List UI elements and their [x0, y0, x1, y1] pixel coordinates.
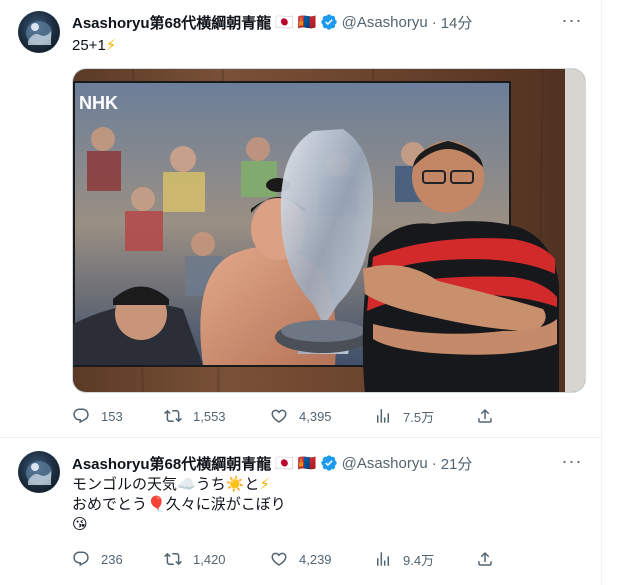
views-button[interactable]: 9.4万 [374, 550, 434, 569]
lightning-emoji-icon: ⚡ [105, 37, 117, 54]
avatar[interactable] [18, 11, 60, 53]
sun-emoji-icon: ☀️ [225, 476, 245, 493]
retweet-icon [164, 409, 182, 423]
like-button[interactable]: 4,395 [270, 407, 332, 425]
share-icon [478, 408, 492, 423]
text-segment: モンゴルの天気 [72, 476, 178, 493]
more-icon[interactable]: ··· [560, 451, 584, 471]
reply-button[interactable]: 236 [72, 550, 123, 568]
tweet-text: モンゴルの天気☁️うち☀️と⚡ おめでとう🎈久々に涙がこぼり 😘 [72, 475, 572, 535]
kiss-face-emoji-icon: 😘 [72, 516, 88, 533]
tweet-text-line: モンゴルの天気☁️うち☀️と⚡ [72, 475, 572, 495]
timestamp[interactable]: 21分 [441, 453, 473, 474]
like-button[interactable]: 4,239 [270, 550, 332, 568]
reply-icon [73, 551, 89, 567]
views-icon [377, 552, 389, 566]
share-icon [478, 551, 492, 566]
retweet-icon [164, 552, 182, 566]
heart-icon [271, 552, 287, 566]
user-handle[interactable]: @Asashoryu [342, 14, 428, 31]
tweet-header: Asashoryu第68代横綱朝青龍 🇯🇵 🇲🇳 @Asashoryu · 14… [72, 12, 472, 32]
timeline-feed: Asashoryu第68代横綱朝青龍 🇯🇵 🇲🇳 @Asashoryu · 14… [0, 0, 602, 585]
views-count: 7.5万 [403, 409, 435, 425]
retweet-button[interactable]: 1,420 [164, 550, 226, 568]
tweet-text-line: 😘 [72, 515, 572, 535]
tweet-photo[interactable]: NHK [72, 68, 586, 393]
text-segment: うち [195, 476, 226, 493]
tweet-text-line: おめでとう🎈久々に涙がこぼり [72, 495, 572, 515]
tweet-header: Asashoryu第68代横綱朝青龍 🇯🇵 🇲🇳 @Asashoryu · 21… [72, 453, 472, 473]
tweet-text: 25+1⚡ [72, 36, 116, 56]
heart-icon [271, 409, 287, 423]
reply-button[interactable]: 153 [72, 407, 123, 425]
separator-dot: · [431, 13, 437, 31]
tweet[interactable]: Asashoryu第68代横綱朝青龍 🇯🇵 🇲🇳 @Asashoryu · 14… [0, 0, 602, 438]
reply-count: 153 [101, 408, 123, 424]
views-count: 9.4万 [403, 552, 435, 568]
japan-flag-icon: 🇯🇵 [275, 14, 294, 31]
share-button[interactable] [476, 550, 505, 568]
like-count: 4,395 [299, 408, 332, 424]
text-segment: おめでとう [72, 496, 148, 513]
verified-badge-icon [320, 13, 338, 31]
action-bar: 153 1,553 4,395 7.5万 [72, 406, 496, 426]
mongolia-flag-icon: 🇲🇳 [297, 455, 317, 472]
balloon-emoji-icon: 🎈 [147, 496, 166, 513]
reply-icon [73, 408, 89, 424]
avatar[interactable] [18, 451, 60, 493]
display-name[interactable]: Asashoryu第68代横綱朝青龍 [72, 12, 271, 33]
photo-image: NHK [73, 69, 585, 392]
mongolia-flag-icon: 🇲🇳 [297, 14, 317, 31]
reply-count: 236 [101, 551, 123, 567]
retweet-count: 1,420 [193, 551, 226, 567]
verified-badge-icon [320, 454, 338, 472]
tweet-text-content: 25+1 [72, 37, 106, 54]
text-segment: 久々に涙がこぼり [165, 496, 286, 513]
views-icon [377, 409, 389, 423]
display-name[interactable]: Asashoryu第68代横綱朝青龍 [72, 453, 271, 474]
nhk-logo: NHK [79, 93, 118, 113]
text-segment: と [244, 476, 260, 493]
cloud-emoji-icon: ☁️ [177, 476, 196, 493]
action-bar: 236 1,420 4,239 9.4万 [72, 549, 496, 569]
tweet[interactable]: Asashoryu第68代横綱朝青龍 🇯🇵 🇲🇳 @Asashoryu · 21… [0, 439, 602, 585]
timestamp[interactable]: 14分 [441, 12, 473, 33]
retweet-button[interactable]: 1,553 [164, 407, 226, 425]
japan-flag-icon: 🇯🇵 [275, 455, 294, 472]
views-button[interactable]: 7.5万 [374, 407, 434, 426]
separator-dot: · [431, 454, 437, 472]
like-count: 4,239 [299, 551, 332, 567]
lightning-emoji-icon: ⚡ [259, 476, 270, 493]
share-button[interactable] [476, 407, 505, 425]
retweet-count: 1,553 [193, 408, 226, 424]
more-icon[interactable]: ··· [560, 10, 584, 30]
user-handle[interactable]: @Asashoryu [342, 455, 428, 472]
